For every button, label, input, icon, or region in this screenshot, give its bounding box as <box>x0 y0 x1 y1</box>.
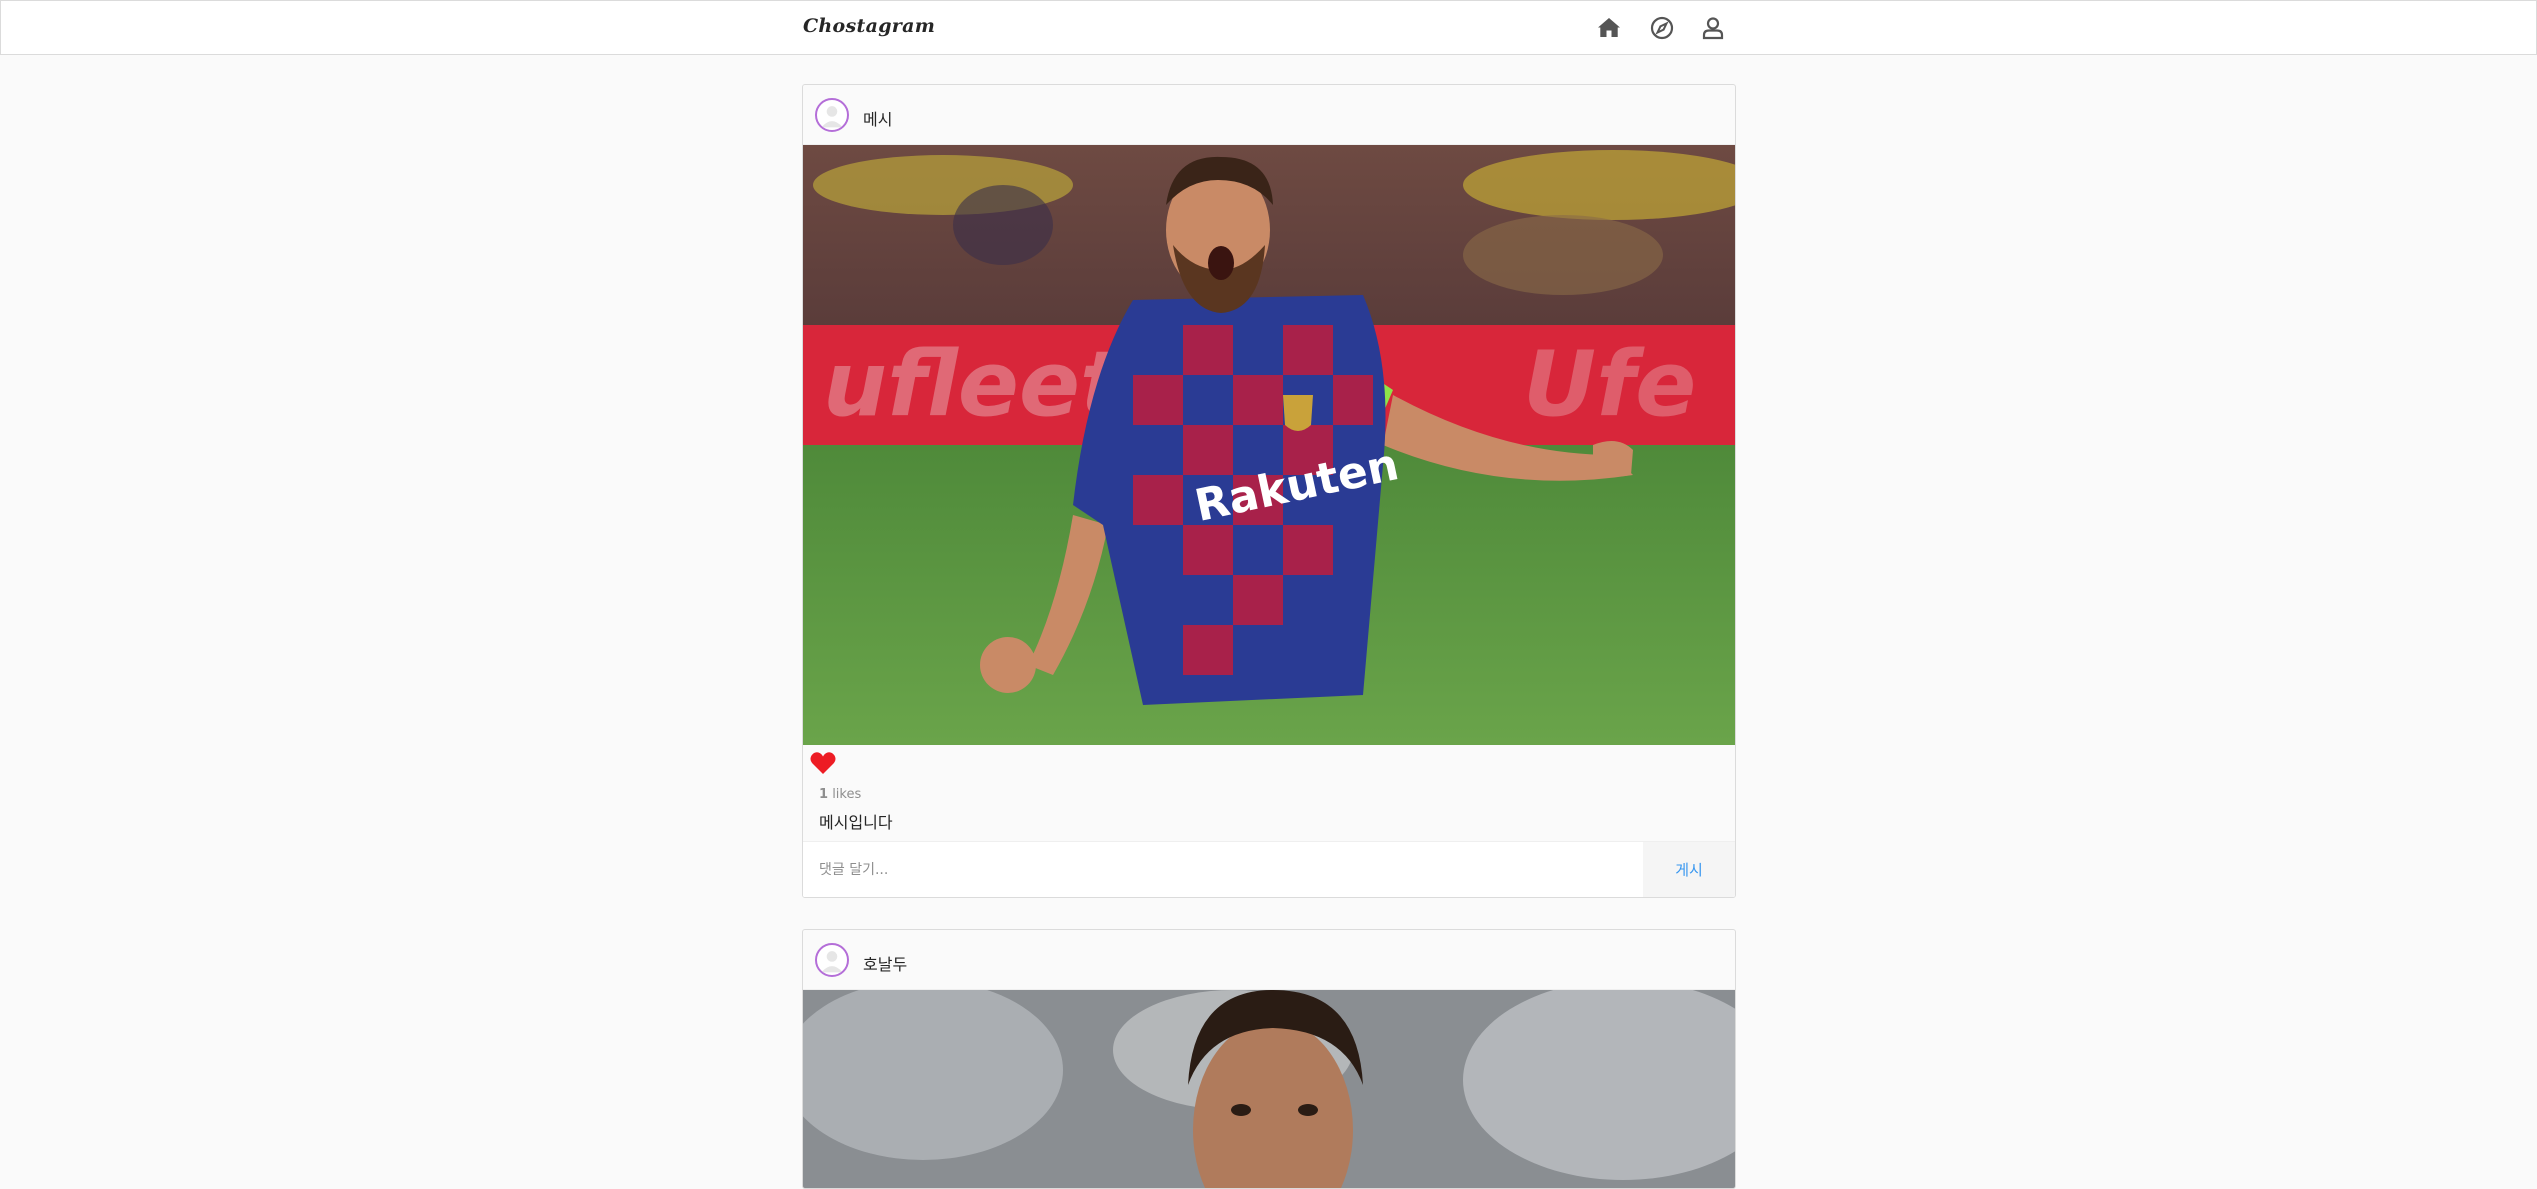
explore-icon[interactable] <box>1648 14 1676 42</box>
avatar[interactable] <box>815 98 849 132</box>
likes-number: 1 <box>819 787 829 802</box>
post-comment-button[interactable]: 게시 <box>1643 842 1735 897</box>
post-photo[interactable]: ufleet Ufe Rakuten <box>803 145 1735 745</box>
post-username[interactable]: 메시 <box>863 106 892 130</box>
post-username[interactable]: 호날두 <box>863 951 907 975</box>
comment-input[interactable] <box>803 842 1643 897</box>
svg-text:ufleet: ufleet <box>823 332 1126 437</box>
home-icon[interactable] <box>1595 14 1623 42</box>
caption-row: 메시입니다 <box>803 809 1735 841</box>
app-logo[interactable]: Chostagram <box>803 15 935 37</box>
likes-count: 1 likes <box>819 787 861 802</box>
post-caption: 메시입니다 <box>819 813 893 832</box>
post-header: 호날두 <box>803 930 1735 990</box>
likes-row: 1 likes <box>803 783 1735 809</box>
post-photo[interactable] <box>803 990 1735 1188</box>
top-navbar: Chostagram <box>0 0 2537 55</box>
likes-label: likes <box>832 787 862 802</box>
like-heart-icon[interactable] <box>809 750 837 776</box>
svg-text:Ufe: Ufe <box>1523 332 1696 437</box>
comment-form: 게시 <box>803 841 1735 897</box>
post-header: 메시 <box>803 85 1735 145</box>
post-actions <box>803 745 1735 783</box>
profile-icon[interactable] <box>1699 14 1727 42</box>
feed-post: 호날두 <box>802 929 1736 1189</box>
avatar[interactable] <box>815 943 849 977</box>
feed-post: 메시 ufleet Ufe Rakuten 1 likes 메시입니다 댓글 달… <box>802 84 1736 898</box>
